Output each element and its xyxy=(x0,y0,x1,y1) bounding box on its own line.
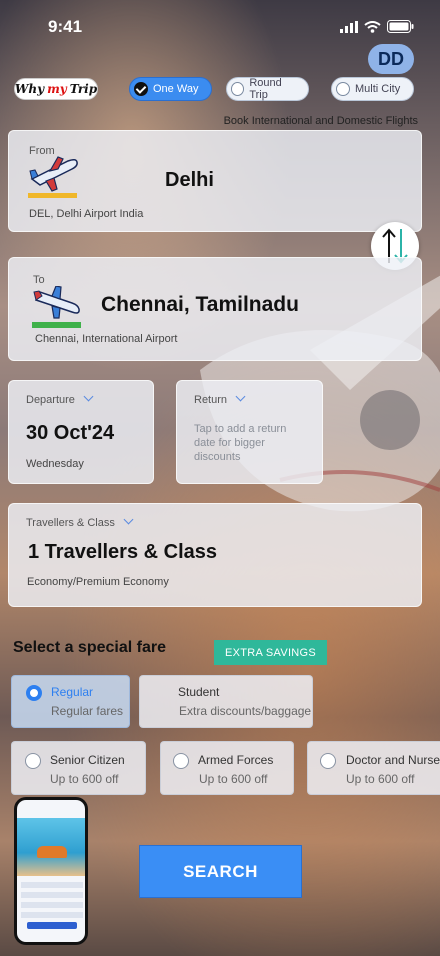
fare-option-student[interactable]: Student Extra discounts/baggage xyxy=(139,675,313,728)
fare-title: Regular xyxy=(51,685,94,699)
fare-option-regular[interactable]: Regular Regular fares xyxy=(11,675,130,728)
app-preview-thumbnail xyxy=(14,797,88,945)
preview-line xyxy=(21,882,83,888)
travellers-class: Economy/Premium Economy xyxy=(27,576,169,588)
status-icons xyxy=(340,20,414,33)
from-city: Delhi xyxy=(165,169,214,191)
check-icon xyxy=(134,82,148,96)
fare-sub: Up to 600 off xyxy=(50,772,119,786)
travellers-value: 1 Travellers & Class xyxy=(28,541,218,563)
preview-boat-shape xyxy=(37,846,67,858)
trip-type-multi-city[interactable]: Multi City xyxy=(331,77,414,101)
departure-card[interactable]: Departure 30 Oct'24 Wednesday xyxy=(8,380,154,484)
preview-line xyxy=(21,902,83,908)
radio-icon xyxy=(320,753,336,769)
from-airport: DEL, Delhi Airport India xyxy=(29,208,144,220)
logo-word-why: Why xyxy=(14,82,45,96)
trip-type-round-trip[interactable]: Round Trip xyxy=(226,77,309,101)
wifi-icon xyxy=(364,20,381,33)
landing-plane-icon xyxy=(32,286,81,328)
special-fare-title: Select a special fare xyxy=(13,639,166,656)
trip-type-one-way[interactable]: One Way xyxy=(129,77,212,101)
to-card[interactable]: To Chennai, Tamilnadu Chennai, Internati… xyxy=(8,257,422,361)
fare-option-doctor-nurses[interactable]: Doctor and Nurses Up to 600 off xyxy=(307,741,440,795)
fare-sub: Up to 600 off xyxy=(199,772,268,786)
fare-sub: Regular fares xyxy=(51,704,124,718)
travellers-label: Travellers & Class xyxy=(26,514,134,529)
fare-title: Student xyxy=(178,685,220,699)
takeoff-plane-icon xyxy=(28,156,78,198)
fare-title: Doctor and Nurses xyxy=(346,753,440,767)
search-button[interactable]: SEARCH xyxy=(139,845,302,898)
fare-sub: Extra discounts/baggage xyxy=(179,704,312,718)
logo-word-trip: Trip xyxy=(69,82,98,96)
return-card[interactable]: Return Tap to add a return date for bigg… xyxy=(176,380,323,484)
fare-sub: Up to 600 off xyxy=(346,772,415,786)
fare-title: Armed Forces xyxy=(198,753,274,767)
return-hint: Tap to add a return date for bigger disc… xyxy=(194,423,287,463)
preview-line xyxy=(21,912,83,918)
departure-label: Departure xyxy=(26,391,94,406)
fare-option-senior-citizen[interactable]: Senior Citizen Up to 600 off xyxy=(11,741,146,795)
cellular-signal-icon xyxy=(340,20,358,33)
from-card[interactable]: From Delhi DEL, Delhi Airport India xyxy=(8,130,422,232)
app-logo: Why my Trip xyxy=(14,78,98,100)
tagline: Book International and Domestic Flights xyxy=(223,115,418,127)
fare-option-armed-forces[interactable]: Armed Forces Up to 600 off xyxy=(160,741,294,795)
trip-type-label: Multi City xyxy=(355,83,401,95)
to-airport: Chennai, International Airport xyxy=(35,333,178,345)
trip-type-label: Round Trip xyxy=(249,77,282,101)
radio-icon xyxy=(336,82,350,96)
fare-title: Senior Citizen xyxy=(50,753,125,767)
to-label: To xyxy=(33,274,45,286)
radio-selected-icon xyxy=(26,685,42,701)
chevron-down-icon xyxy=(123,514,134,525)
chevron-down-icon xyxy=(235,391,246,402)
to-city: Chennai, Tamilnadu xyxy=(101,293,299,316)
departure-date: 30 Oct'24 xyxy=(26,422,115,444)
radio-icon xyxy=(25,753,41,769)
extra-savings-badge: EXTRA SAVINGS xyxy=(214,640,327,665)
chevron-down-icon xyxy=(83,391,94,402)
user-avatar[interactable]: DD xyxy=(368,44,414,74)
battery-icon xyxy=(387,20,414,33)
departure-day: Wednesday xyxy=(26,458,84,470)
radio-icon xyxy=(231,82,245,96)
radio-icon xyxy=(173,753,189,769)
status-time: 9:41 xyxy=(48,17,83,36)
return-label: Return xyxy=(194,391,246,406)
preview-search-bar xyxy=(27,922,77,929)
trip-type-label: One Way xyxy=(153,83,199,95)
app-preview-screen xyxy=(17,800,85,942)
travellers-card[interactable]: Travellers & Class 1 Travellers & Class … xyxy=(8,503,422,607)
preview-line xyxy=(21,892,83,898)
logo-word-my: my xyxy=(47,82,67,96)
